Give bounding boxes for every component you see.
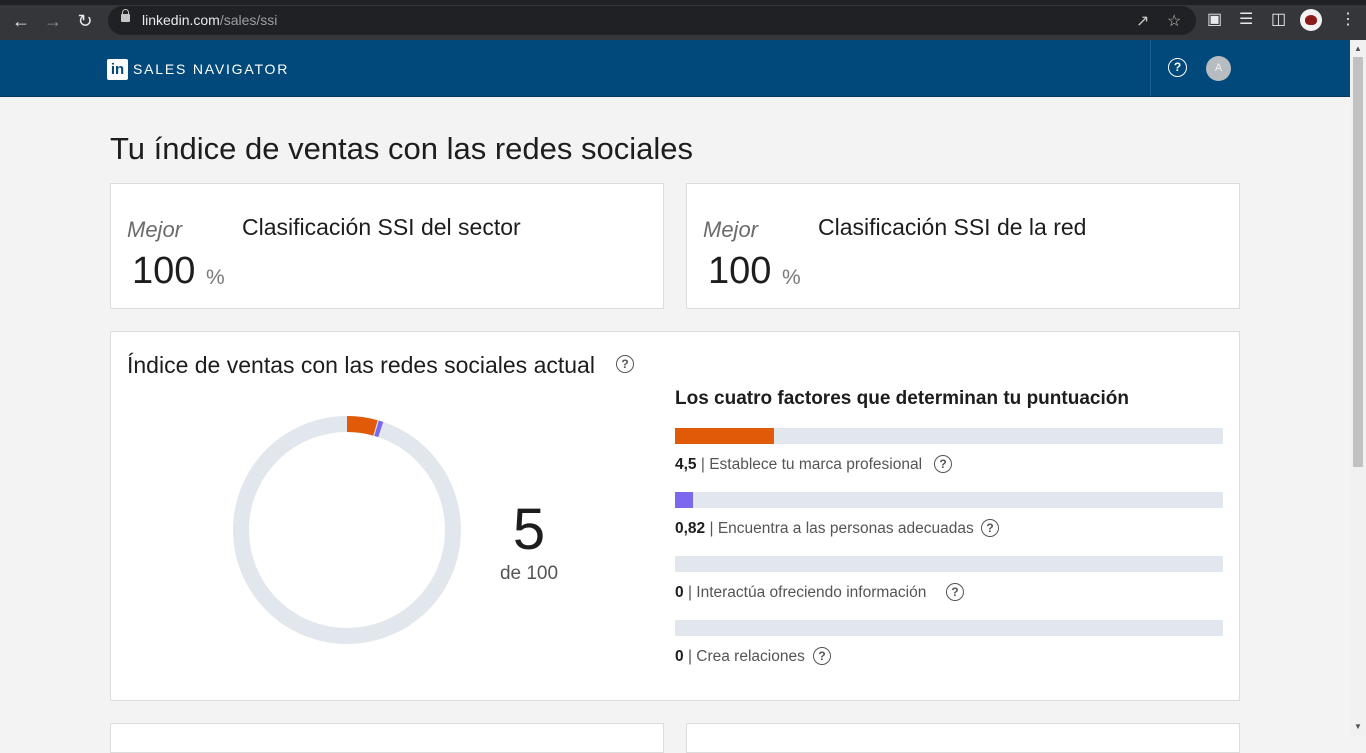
factor-name: Encuentra a las personas adecuadas: [717, 520, 974, 537]
question-circle-icon[interactable]: ?: [934, 455, 952, 473]
question-circle-icon[interactable]: ?: [981, 519, 999, 537]
rank-value: 100: [132, 250, 196, 292]
ssi-donut-chart: [233, 416, 461, 644]
factor-label-relationships: 0 | Crea relaciones: [675, 648, 805, 665]
factor-bar-relationships: [675, 620, 1223, 636]
rank-label: Mejor: [703, 217, 759, 242]
header-divider: [1150, 40, 1151, 96]
factors-title: Los cuatro factores que determinan tu pu…: [675, 388, 1129, 409]
page-title: Tu índice de ventas con las redes social…: [110, 131, 694, 166]
factor-bar-brand: [675, 428, 1223, 444]
menu-dots-icon[interactable]: ⋮: [1340, 9, 1356, 31]
share-icon[interactable]: ↗: [1136, 11, 1149, 31]
tab-strip: [0, 0, 1366, 5]
industry-rank-card: Mejor 100 % Clasificación SSI del sector: [110, 183, 664, 309]
avatar[interactable]: A: [1206, 56, 1231, 81]
donut-segment-1: [374, 420, 384, 438]
factor-label-brand: 4,5 | Establece tu marca profesional: [675, 456, 923, 473]
page-scrollbar[interactable]: ▲ ▼: [1350, 40, 1366, 737]
ssi-score-max: de 100: [499, 563, 559, 584]
help-icon[interactable]: ?: [1168, 58, 1187, 77]
factor-value: 0,82: [675, 520, 706, 537]
factor-bar-people: [675, 492, 1223, 508]
forward-arrow-icon[interactable]: →: [42, 10, 64, 32]
address-bar[interactable]: linkedin.com/sales/ssi ↗ ☆: [108, 6, 1196, 35]
back-arrow-icon[interactable]: ←: [10, 10, 32, 32]
network-rank-card: Mejor 100 % Clasificación SSI de la red: [686, 183, 1240, 309]
rank-label: Mejor: [127, 217, 183, 242]
sales-navigator-header: in SALES NAVIGATOR ? A: [0, 40, 1350, 97]
rank-value: 100: [708, 250, 772, 292]
ssi-score: 5: [512, 497, 546, 562]
reload-icon[interactable]: ↻: [74, 10, 96, 32]
next-card-right: [686, 723, 1240, 753]
question-circle-icon[interactable]: ?: [946, 583, 964, 601]
rank-title: Clasificación SSI del sector: [242, 214, 521, 240]
factor-name: Interactúa ofreciendo información: [696, 584, 927, 601]
factor-name: Crea relaciones: [696, 648, 805, 665]
media-icon[interactable]: ☰: [1239, 9, 1253, 31]
star-icon[interactable]: ☆: [1167, 11, 1181, 31]
factor-label-people: 0,82 | Encuentra a las personas adecuada…: [675, 520, 974, 537]
question-circle-icon[interactable]: ?: [813, 647, 831, 665]
scroll-thumb[interactable]: [1353, 57, 1363, 467]
rank-title: Clasificación SSI de la red: [818, 214, 1087, 240]
rank-unit: %: [206, 266, 225, 289]
browser-toolbar: ← → ↻ linkedin.com/sales/ssi ↗ ☆ ▣ ☰ ◫ ⋮: [0, 0, 1366, 40]
scroll-up-icon[interactable]: ▲: [1354, 44, 1362, 53]
factor-value: 4,5: [675, 456, 697, 473]
factor-bar-fill: [675, 428, 774, 444]
sidepanel-icon[interactable]: ◫: [1271, 9, 1286, 31]
next-card-left: [110, 723, 664, 753]
factor-bar-fill: [675, 492, 693, 508]
puzzle-icon[interactable]: ▣: [1207, 9, 1222, 31]
ssi-card-title: Índice de ventas con las redes sociales …: [127, 352, 595, 378]
current-ssi-card: Índice de ventas con las redes sociales …: [110, 331, 1240, 701]
factor-value: 0: [675, 584, 684, 601]
factor-name: Establece tu marca profesional: [709, 456, 923, 473]
url-text[interactable]: linkedin.com/sales/ssi: [142, 12, 277, 28]
factor-label-insights: 0 | Interactúa ofreciendo información: [675, 584, 927, 601]
rank-unit: %: [782, 266, 801, 289]
factor-bar-insights: [675, 556, 1223, 572]
donut-segment-0: [346, 416, 378, 436]
brand-name[interactable]: SALES NAVIGATOR: [133, 61, 289, 77]
browser-profile-avatar[interactable]: [1300, 9, 1322, 31]
question-circle-icon[interactable]: ?: [616, 355, 634, 373]
scroll-down-icon[interactable]: ▼: [1354, 722, 1362, 731]
linkedin-logo[interactable]: in: [107, 59, 128, 80]
donut-track: [233, 416, 461, 644]
factor-value: 0: [675, 648, 684, 665]
lock-icon[interactable]: [121, 9, 130, 22]
